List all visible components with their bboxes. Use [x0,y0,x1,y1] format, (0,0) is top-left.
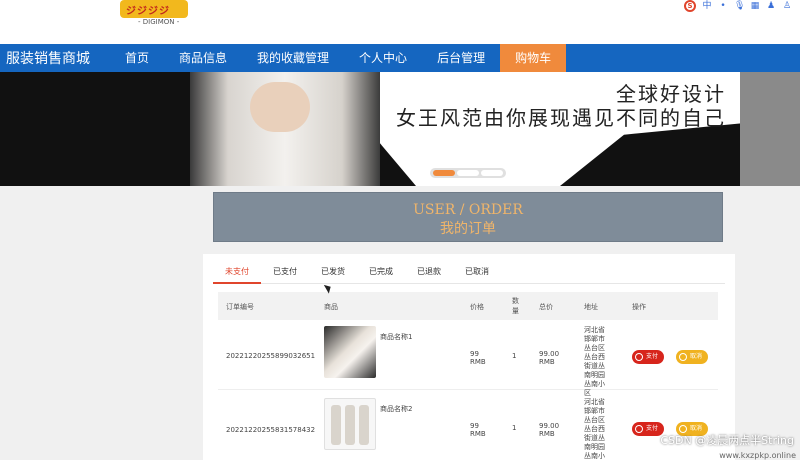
top-strip: ジジジジ - DIGIMON - S 中 • 🎙 ▦ ♟ ♙ [0,0,800,44]
carousel-dot-1[interactable] [433,170,455,176]
dot-icon[interactable]: • [718,1,728,11]
skin-icon[interactable]: ♙ [782,1,792,11]
product-thumbnail[interactable] [324,326,376,378]
browser-toolbar: S 中 • 🎙 ▦ ♟ ♙ [684,0,792,12]
order-total: 99.00 RMB [539,422,560,438]
tab-shipped[interactable]: 已发货 [309,262,357,284]
tab-refunded[interactable]: 已退款 [405,262,453,284]
carousel-indicators [430,168,506,178]
order-address: 河北省邯郸市丛台区丛台西街道丛南明园丛南小区 [584,326,605,397]
banner-model-image [190,72,380,186]
main-navbar: 服装销售商城 首页 商品信息 我的收藏管理 个人中心 后台管理 购物车 [0,44,800,72]
product-name[interactable]: 商品名称2 [380,404,412,414]
col-total: 总价 [539,303,553,311]
tab-cancelled[interactable]: 已取消 [453,262,501,284]
tab-unpaid[interactable]: 未支付 [213,262,261,284]
col-price: 价格 [470,303,484,311]
product-quantity: 1 [512,424,517,432]
tab-completed[interactable]: 已完成 [357,262,405,284]
orders-panel: 未支付 已支付 已发货 已完成 已退款 已取消 订单编号 商品 价格 数量 总价… [203,254,735,460]
order-id: 20221220255899032651 [226,352,316,360]
cancel-button[interactable]: 取消 [676,350,709,364]
product-quantity: 1 [512,352,517,360]
table-row: 20221220255831578432 商品名称2 99 RMB 1 99.0… [218,394,718,460]
product-name[interactable]: 商品名称1 [380,332,412,342]
col-product: 商品 [324,303,338,311]
site-watermark: www.kxzpkp.online [719,451,796,460]
s-extension-icon[interactable]: S [684,0,696,12]
microphone-icon[interactable]: 🎙 [734,1,745,11]
order-header-en: USER / ORDER [413,202,523,218]
site-logo[interactable]: ジジジジ - DIGIMON - [120,0,188,28]
col-quantity: 数量 [512,297,519,315]
nav-admin[interactable]: 后台管理 [422,44,500,72]
tab-paid[interactable]: 已支付 [261,262,309,284]
order-address: 河北省邯郸市丛台区丛台西街道丛南明园丛南小区 [584,398,605,460]
csdn-watermark: CSDN @凌晨两点半String [660,434,794,447]
order-header: USER / ORDER 我的订单 [213,192,723,242]
order-header-cn: 我的订单 [440,221,496,237]
banner-subline: 女王风范由你展现遇见不同的自己 [396,106,726,130]
product-price: 99 RMB [470,422,486,438]
user-icon[interactable]: ♟ [766,1,776,11]
table-header: 订单编号 商品 价格 数量 总价 地址 操作 [218,292,718,320]
order-total: 99.00 RMB [539,350,560,366]
logo-subtext: - DIGIMON - [138,18,180,26]
product-thumbnail[interactable] [324,398,376,450]
site-brand[interactable]: 服装销售商城 [0,48,110,68]
col-order-id: 订单编号 [226,303,254,311]
table-row: 20221220255899032651 商品名称1 99 RMB 1 99.0… [218,322,718,397]
language-icon[interactable]: 中 [702,1,712,11]
nav-profile[interactable]: 个人中心 [344,44,422,72]
carousel-dot-2[interactable] [457,170,479,176]
logo-text: ジジジジ [126,6,170,17]
col-actions: 操作 [632,303,646,311]
grid-icon[interactable]: ▦ [750,1,760,11]
hero-banner[interactable]: 全球好设计 女王风范由你展现遇见不同的自己 [0,72,800,186]
pay-button[interactable]: 支付 [632,350,665,364]
nav-home[interactable]: 首页 [110,44,164,72]
order-id: 20221220255831578432 [226,426,316,434]
product-price: 99 RMB [470,350,486,366]
nav-products[interactable]: 商品信息 [164,44,242,72]
order-status-tabs: 未支付 已支付 已发货 已完成 已退款 已取消 [213,262,725,284]
nav-cart[interactable]: 购物车 [500,44,567,72]
carousel-dot-3[interactable] [481,170,503,176]
col-address: 地址 [584,303,598,311]
nav-favorites[interactable]: 我的收藏管理 [242,44,344,72]
